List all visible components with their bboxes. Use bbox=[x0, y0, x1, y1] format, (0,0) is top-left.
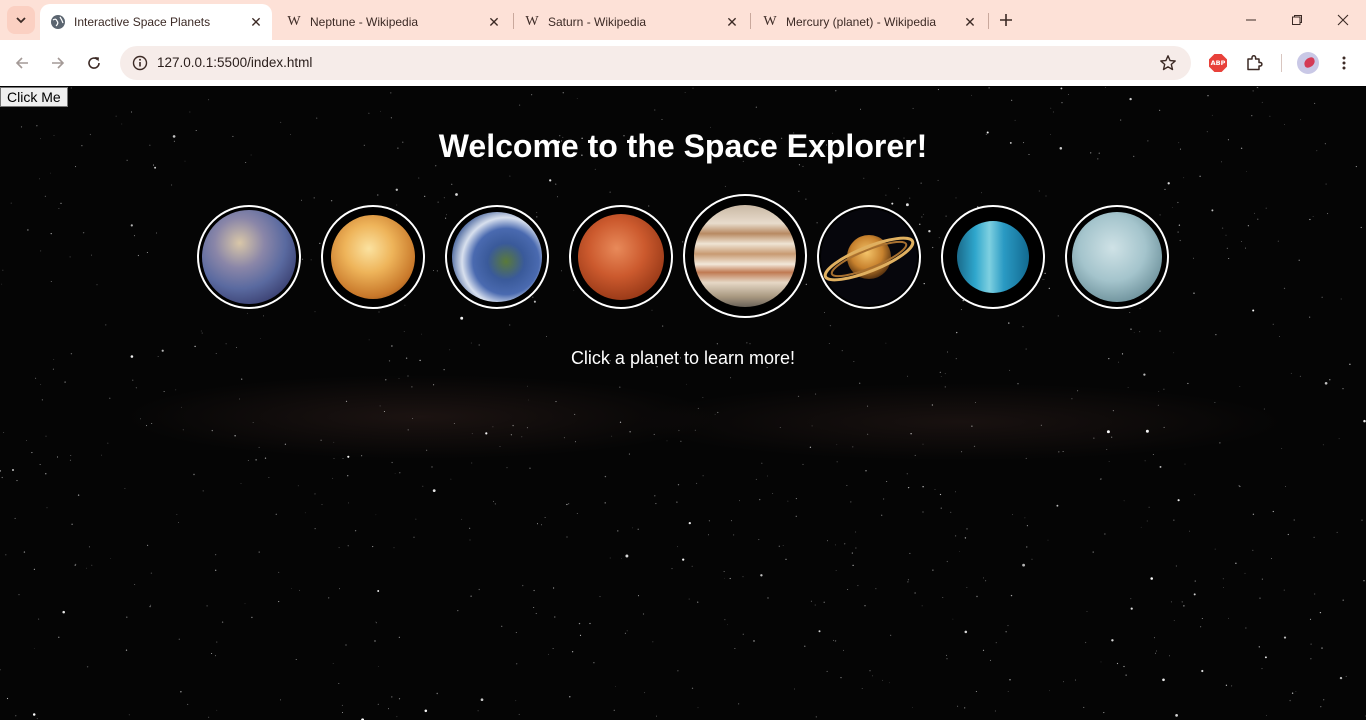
new-tab-button[interactable] bbox=[994, 8, 1018, 32]
arrow-left-icon bbox=[15, 57, 28, 69]
more-vertical-icon bbox=[1342, 56, 1346, 70]
tab-interactive-space-planets[interactable]: Interactive Space Planets ✕ bbox=[40, 4, 272, 40]
tab-separator bbox=[750, 13, 751, 29]
plus-icon bbox=[1000, 14, 1012, 26]
extensions-puzzle-icon[interactable] bbox=[1242, 51, 1266, 75]
adblock-extension-icon[interactable]: ABP bbox=[1206, 51, 1230, 75]
starfield-background bbox=[0, 87, 1366, 720]
tab-strip: Interactive Space Planets ✕ W Neptune - … bbox=[0, 0, 1366, 40]
close-icon[interactable]: ✕ bbox=[484, 12, 504, 32]
browser-menu-button[interactable] bbox=[1332, 51, 1356, 75]
close-icon[interactable]: ✕ bbox=[246, 12, 266, 32]
tab-title: Saturn - Wikipedia bbox=[548, 15, 647, 29]
site-info-icon[interactable] bbox=[128, 51, 152, 75]
address-bar[interactable]: 127.0.0.1:5500/index.html bbox=[120, 46, 1191, 80]
reload-icon bbox=[88, 57, 100, 69]
planet-neptune[interactable] bbox=[1065, 205, 1169, 309]
forward-button[interactable] bbox=[42, 47, 74, 79]
wikipedia-icon: W bbox=[525, 14, 539, 29]
planet-venus[interactable] bbox=[321, 205, 425, 309]
tab-search-button[interactable] bbox=[7, 6, 35, 34]
tab-mercury-wikipedia[interactable]: W Mercury (planet) - Wikipedia ✕ bbox=[752, 4, 986, 40]
restore-icon bbox=[1292, 15, 1302, 25]
globe-icon bbox=[50, 14, 66, 30]
page-title: Welcome to the Space Explorer! bbox=[438, 128, 928, 164]
minimize-icon bbox=[1246, 19, 1256, 21]
wikipedia-icon: W bbox=[763, 14, 777, 29]
reload-button[interactable] bbox=[78, 47, 110, 79]
bookmark-star-icon[interactable] bbox=[1157, 52, 1179, 74]
planet-saturn[interactable] bbox=[817, 205, 921, 309]
planet-mercury[interactable] bbox=[197, 205, 301, 309]
click-me-button[interactable]: Click Me bbox=[0, 87, 68, 107]
planet-mars[interactable] bbox=[569, 205, 673, 309]
arrow-right-icon bbox=[52, 57, 65, 69]
chevron-down-icon bbox=[16, 17, 26, 24]
tab-saturn-wikipedia[interactable]: W Saturn - Wikipedia ✕ bbox=[514, 4, 748, 40]
address-text: 127.0.0.1:5500/index.html bbox=[157, 55, 313, 70]
avatar bbox=[1297, 52, 1319, 74]
toolbar-divider bbox=[1281, 54, 1282, 72]
back-button[interactable] bbox=[6, 47, 38, 79]
planet-jupiter[interactable] bbox=[683, 194, 807, 318]
page-viewport: Click Me Welcome to the Space Explorer! … bbox=[0, 87, 1366, 720]
minimize-button[interactable] bbox=[1228, 0, 1274, 40]
profile-avatar[interactable] bbox=[1296, 51, 1320, 75]
saturn-image bbox=[821, 209, 917, 305]
tab-title: Mercury (planet) - Wikipedia bbox=[786, 15, 937, 29]
planet-uranus[interactable] bbox=[941, 205, 1045, 309]
close-icon bbox=[1337, 14, 1349, 26]
instruction-text: Click a planet to learn more! bbox=[570, 348, 796, 368]
tab-title: Neptune - Wikipedia bbox=[310, 15, 419, 29]
browser-toolbar: 127.0.0.1:5500/index.html ABP bbox=[0, 40, 1366, 86]
planet-earth[interactable] bbox=[445, 205, 549, 309]
close-window-button[interactable] bbox=[1320, 0, 1366, 40]
tab-separator bbox=[988, 13, 989, 29]
restore-button[interactable] bbox=[1274, 0, 1320, 40]
tab-title: Interactive Space Planets bbox=[74, 15, 211, 29]
wikipedia-icon: W bbox=[287, 14, 301, 29]
close-icon[interactable]: ✕ bbox=[960, 12, 980, 32]
tab-neptune-wikipedia[interactable]: W Neptune - Wikipedia ✕ bbox=[276, 4, 510, 40]
close-icon[interactable]: ✕ bbox=[722, 12, 742, 32]
